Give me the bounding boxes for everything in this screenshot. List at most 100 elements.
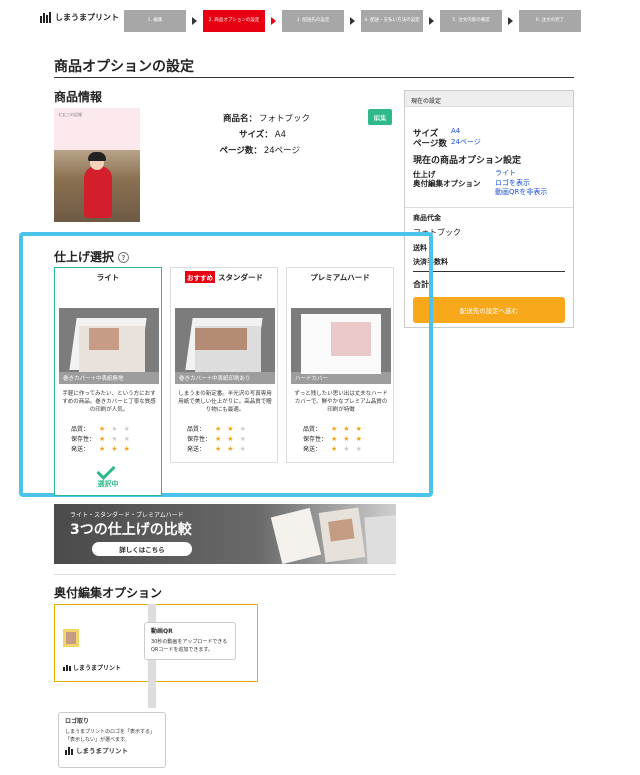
book-image	[364, 514, 396, 564]
logo-text: しまうまプリント	[55, 13, 119, 22]
thumbnail-caption: 七五三の記録	[58, 112, 82, 117]
star-icon: ★	[99, 434, 106, 443]
recommended-badge: おすすめ	[185, 271, 215, 283]
card-image-caption: 巻きカバー＋中表紙印刷あり	[175, 372, 275, 384]
proceed-to-shipping-button[interactable]: 配送先の設定へ進む	[413, 297, 565, 323]
star-icon: ★	[99, 424, 106, 433]
star-icon: ★	[355, 434, 362, 443]
rating-durability: 保存性： ★ ★ ★	[71, 434, 130, 444]
card-description: ずっと残したい思い出は丈夫なハードカバーで。鮮やかなプレミアム品質の印刷が特徴	[294, 391, 388, 413]
step-complete: 6. 注文の完了	[519, 10, 581, 32]
finish-card-premium-hard[interactable]: プレミアムハード ハードカバー ずっと残したい思い出は丈夫なハードカバーで。鮮や…	[286, 267, 394, 463]
checkmark-icon	[97, 462, 117, 476]
star-icon: ★	[239, 424, 246, 433]
product-name-row: 商品名： フォトブック	[222, 114, 310, 124]
star-icon: ★	[227, 424, 234, 433]
logo-icon	[63, 664, 71, 671]
details-link-button[interactable]: 詳しくはこちら	[92, 542, 192, 556]
star-rating: ★ ★ ★	[99, 445, 130, 453]
product-info-heading: 商品情報	[54, 90, 103, 104]
star-rating: ★ ★ ★	[215, 445, 246, 453]
card-description: しまうまの新定番。半光沢の写真専用用紙で美しい仕上がりに。高品質で贈り物にも最適…	[178, 391, 272, 413]
star-icon: ★	[343, 434, 350, 443]
star-icon: ★	[123, 444, 130, 453]
card-title: プレミアムハード	[310, 272, 370, 282]
summary-finish-value: ライト	[495, 169, 516, 177]
star-icon: ★	[111, 424, 118, 433]
star-icon: ★	[111, 434, 118, 443]
star-icon: ★	[227, 444, 234, 453]
card-description: 手軽に作ってみたい、という方におすすめの商品。巻きカバーと丁寧な質感の印刷が人気…	[62, 391, 156, 413]
summary-pages-key: ページ数	[413, 139, 447, 149]
finish-card-light[interactable]: ライト 巻きカバー＋中表紙無地 手軽に作ってみたい、という方におすすめの商品。巻…	[54, 267, 162, 496]
site-logo[interactable]: しまうまプリント	[40, 12, 119, 23]
star-rating: ★ ★ ★	[99, 425, 130, 433]
summary-header: 現在の設定	[405, 91, 573, 107]
star-rating: ★ ★ ★	[331, 435, 362, 443]
help-icon[interactable]: ?	[118, 252, 130, 263]
star-icon: ★	[227, 434, 234, 443]
edit-button[interactable]: 編集	[368, 109, 392, 125]
summary-colophon-qr: 動画QRを非表示	[495, 188, 548, 196]
rating-durability: 保存性： ★ ★ ★	[187, 434, 246, 444]
star-icon: ★	[111, 444, 118, 453]
star-icon: ★	[123, 434, 130, 443]
star-icon: ★	[239, 434, 246, 443]
colophon-heading: 奥付編集オプション	[54, 586, 163, 600]
banner-title: 3つの仕上げの比較	[70, 522, 192, 538]
step-shipping-address: 3. 配送先の設定	[282, 10, 344, 32]
product-thumbnail: 七五三の記録	[54, 108, 140, 222]
tooltip-brand: しまうまプリント	[65, 747, 159, 755]
star-icon: ★	[343, 424, 350, 433]
step-arrow-icon	[508, 17, 513, 25]
star-icon: ★	[215, 444, 222, 453]
step-shipping-payment: 4. 配送・支払い方法の設定	[361, 10, 423, 32]
star-icon: ★	[331, 444, 338, 453]
step-product-options: 2. 商品オプションの設定	[203, 10, 265, 32]
logo-icon	[65, 747, 73, 755]
summary-size-value: A4	[451, 127, 461, 135]
star-icon: ★	[215, 434, 222, 443]
star-icon: ★	[355, 444, 362, 453]
star-icon: ★	[99, 444, 106, 453]
logo-icon	[40, 12, 51, 23]
summary-total-divider	[413, 271, 565, 272]
finish-heading: 仕上げ選択?	[54, 248, 130, 265]
star-rating: ★ ★ ★	[99, 435, 130, 443]
step-arrow-icon	[271, 17, 276, 25]
rating-shipping: 発送： ★ ★ ★	[71, 444, 130, 454]
star-rating: ★ ★ ★	[331, 425, 362, 433]
star-icon: ★	[355, 424, 362, 433]
star-rating: ★ ★ ★	[215, 435, 246, 443]
product-info-rows: 商品名： フォトブック サイズ： A4 ページ数： 24ページ	[190, 111, 311, 159]
photo-thumbnail	[63, 629, 79, 647]
step-arrow-icon	[192, 17, 197, 25]
rating-quality: 品質： ★ ★ ★	[187, 424, 246, 434]
star-rating: ★ ★ ★	[215, 425, 246, 433]
qr-tooltip: 動画QR 30秒の動画をアップロードできるQRコードを追加できます。	[144, 622, 236, 660]
finish-card-standard[interactable]: おすすめ スタンダード 巻きカバー＋中表紙印刷あり しまうまの新定番。半光沢の写真…	[170, 267, 278, 463]
page-title: 商品オプションの設定	[54, 59, 194, 75]
progress-steps: 1. 編集 2. 商品オプションの設定 3. 配送先の設定 4. 配送・支払い方…	[124, 10, 581, 32]
comparison-banner[interactable]: ライト・スタンダード・プレミアムハード 3つの仕上げの比較 詳しくはこちら	[54, 504, 396, 564]
star-icon: ★	[123, 424, 130, 433]
card-title: おすすめ スタンダード	[185, 271, 263, 283]
card-image-caption: 巻きカバー＋中表紙無地	[59, 372, 159, 384]
star-icon: ★	[343, 444, 350, 453]
summary-colophon-key: 奥付編集オプション	[413, 179, 481, 188]
rating-quality: 品質： ★ ★ ★	[303, 424, 362, 434]
rating-durability: 保存性： ★ ★ ★	[303, 434, 362, 444]
star-icon: ★	[331, 424, 338, 433]
card-image-caption: ハードカバー	[291, 372, 391, 384]
banner-subtitle: ライト・スタンダード・プレミアムハード	[70, 512, 184, 519]
card-image: 巻きカバー＋中表紙無地	[59, 308, 159, 384]
summary-pages-value: 24ページ	[451, 138, 481, 146]
page: しまうまプリント 1. 編集 2. 商品オプションの設定 3. 配送先の設定 4…	[0, 0, 640, 775]
summary-divider	[405, 207, 573, 208]
book-image	[318, 507, 366, 563]
star-rating: ★ ★ ★	[331, 445, 362, 453]
selected-label: 選択中	[97, 480, 119, 488]
section-divider	[54, 574, 396, 575]
book-image	[270, 507, 322, 564]
rating-shipping: 発送： ★ ★ ★	[187, 444, 246, 454]
